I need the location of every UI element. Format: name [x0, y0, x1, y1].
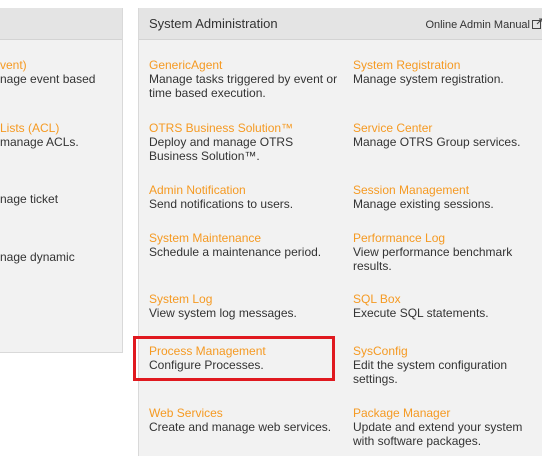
entry-title[interactable]: OTRS Business Solution™ [149, 121, 345, 135]
entry-title[interactable]: Web Services [149, 406, 345, 420]
left-entry-desc: nage ticket [0, 192, 59, 206]
entry-system-registration[interactable]: System Registration Manage system regist… [353, 58, 542, 86]
entry-package-manager[interactable]: Package Manager Update and extend your s… [353, 406, 542, 448]
left-entry-desc: nage dynamic [0, 250, 75, 264]
entry-title[interactable]: System Maintenance [149, 231, 345, 245]
online-admin-manual-label[interactable]: Online Admin Manual [425, 19, 530, 31]
entry-desc: View performance benchmark results. [353, 245, 513, 273]
entry-sql-box[interactable]: SQL Box Execute SQL statements. [353, 292, 542, 320]
entry-system-maintenance[interactable]: System Maintenance Schedule a maintenanc… [149, 231, 345, 259]
entry-genericagent[interactable]: GenericAgent Manage tasks triggered by e… [149, 58, 345, 100]
highlight-box [133, 336, 335, 381]
entry-title[interactable]: Service Center [353, 121, 542, 135]
entry-title[interactable]: GenericAgent [149, 58, 345, 72]
left-entry-event[interactable]: vent) nage event based [0, 58, 122, 86]
system-administration-panel: System Administration Online Admin Manua… [138, 8, 542, 456]
entry-title[interactable]: Session Management [353, 183, 542, 197]
entry-title[interactable]: Performance Log [353, 231, 542, 245]
left-entry-ticket[interactable]: nage ticket [0, 192, 122, 206]
entry-title[interactable]: Package Manager [353, 406, 542, 420]
online-admin-manual-link[interactable]: Online Admin Manual [425, 18, 542, 32]
admin-page: vent) nage event based Lists (ACL) manag… [0, 0, 542, 456]
entry-admin-notification[interactable]: Admin Notification Send notifications to… [149, 183, 345, 211]
entry-otrs-business-solution[interactable]: OTRS Business Solution™ Deploy and manag… [149, 121, 345, 163]
entry-session-management[interactable]: Session Management Manage existing sessi… [353, 183, 542, 211]
entry-desc: Execute SQL statements. [353, 306, 489, 320]
left-admin-panel: vent) nage event based Lists (ACL) manag… [0, 8, 123, 353]
left-entry-dynamic[interactable]: nage dynamic [0, 250, 122, 264]
left-entry-title[interactable]: vent) [0, 58, 122, 72]
entry-desc: Edit the system configuration settings. [353, 358, 508, 386]
entry-title[interactable]: System Registration [353, 58, 542, 72]
entry-web-services[interactable]: Web Services Create and manage web servi… [149, 406, 345, 434]
entry-desc: Schedule a maintenance period. [149, 245, 322, 259]
entry-title[interactable]: SysConfig [353, 344, 542, 358]
external-link-icon[interactable] [532, 18, 542, 32]
left-entry-desc: nage event based [0, 72, 96, 86]
left-panel-header [0, 8, 122, 40]
entry-sysconfig[interactable]: SysConfig Edit the system configuration … [353, 344, 542, 386]
entry-system-log[interactable]: System Log View system log messages. [149, 292, 345, 320]
entry-desc: Manage OTRS Group services. [353, 135, 521, 149]
entry-performance-log[interactable]: Performance Log View performance benchma… [353, 231, 542, 273]
entry-desc: Manage existing sessions. [353, 197, 494, 211]
panel-title: System Administration [149, 16, 278, 31]
entry-desc: Deploy and manage OTRS Business Solution… [149, 135, 294, 163]
entry-desc: Manage system registration. [353, 72, 504, 86]
left-entry-title[interactable]: Lists (ACL) [0, 121, 122, 135]
entry-title[interactable]: SQL Box [353, 292, 542, 306]
entry-desc: Send notifications to users. [149, 197, 294, 211]
entry-desc: Manage tasks triggered by event or time … [149, 72, 338, 100]
left-entry-desc: manage ACLs. [0, 135, 79, 149]
entry-desc: Create and manage web services. [149, 420, 332, 434]
left-entry-acl[interactable]: Lists (ACL) manage ACLs. [0, 121, 122, 149]
entry-desc: Update and extend your system with softw… [353, 420, 523, 448]
entry-title[interactable]: Admin Notification [149, 183, 345, 197]
entry-title[interactable]: System Log [149, 292, 345, 306]
entry-service-center[interactable]: Service Center Manage OTRS Group service… [353, 121, 542, 149]
panel-header: System Administration Online Admin Manua… [139, 8, 542, 40]
entry-desc: View system log messages. [149, 306, 297, 320]
